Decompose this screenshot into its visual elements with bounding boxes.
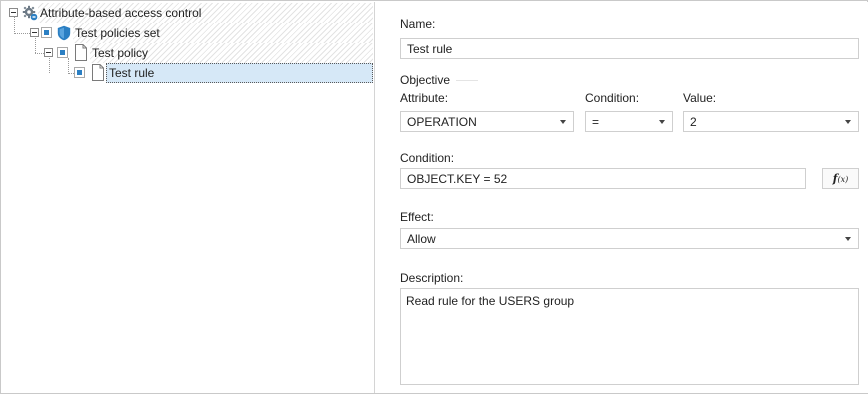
condition-operator-label: Condition: (585, 91, 640, 105)
condition-operator-value: = (592, 115, 600, 129)
gear-icon (22, 5, 38, 24)
tree-node-policy[interactable]: Test policy (2, 43, 374, 63)
chevron-down-icon[interactable] (845, 120, 851, 124)
shield-icon (56, 25, 72, 44)
policy-tree[interactable]: Attribute-based access control Test poli… (2, 2, 375, 393)
rule-properties-panel: Name: Test rule Objective Attribute: OPE… (376, 2, 868, 393)
condition-label: Condition: (400, 151, 455, 165)
node-checkbox[interactable] (74, 67, 85, 78)
collapse-toggle[interactable] (9, 8, 18, 17)
attribute-label: Attribute: (400, 91, 449, 105)
node-checkbox[interactable] (57, 47, 68, 58)
document-icon (91, 64, 105, 84)
effect-dropdown[interactable]: Allow (400, 228, 859, 249)
description-text: Read rule for the USERS group (406, 294, 575, 308)
tree-node-policies-set[interactable]: Test policies set (2, 23, 374, 43)
description-textarea[interactable]: Read rule for the USERS group (400, 288, 859, 385)
value-dropdown[interactable]: 2 (683, 111, 859, 132)
section-divider (456, 80, 478, 81)
tree-node-label[interactable]: Test rule (109, 66, 154, 80)
tree-node-rule[interactable]: Test rule (2, 63, 374, 83)
node-checkbox[interactable] (41, 27, 52, 38)
document-icon (74, 44, 88, 64)
effect-label: Effect: (400, 210, 434, 224)
tree-node-label[interactable]: Test policy (92, 46, 148, 60)
function-icon-sub: (x) (837, 175, 849, 184)
tree-node-root[interactable]: Attribute-based access control (2, 3, 374, 23)
value-label: Value: (683, 91, 717, 105)
name-label: Name: (400, 17, 436, 31)
condition-input[interactable]: OBJECT.KEY = 52 (400, 168, 806, 189)
tree-node-label[interactable]: Test policies set (75, 26, 160, 40)
collapse-toggle[interactable] (44, 48, 53, 57)
collapse-toggle[interactable] (30, 28, 39, 37)
chevron-down-icon[interactable] (560, 120, 566, 124)
attribute-dropdown[interactable]: OPERATION (400, 111, 574, 132)
objective-heading: Objective (400, 73, 451, 87)
attribute-value: OPERATION (407, 115, 477, 129)
name-input[interactable]: Test rule (400, 38, 859, 59)
effect-value: Allow (407, 232, 436, 246)
tree-node-label[interactable]: Attribute-based access control (40, 6, 201, 20)
value-value: 2 (690, 115, 697, 129)
formula-button[interactable]: f(x) (822, 168, 859, 189)
chevron-down-icon[interactable] (845, 237, 851, 241)
condition-operator-dropdown[interactable]: = (585, 111, 673, 132)
chevron-down-icon[interactable] (659, 120, 665, 124)
window-frame: Attribute-based access control Test poli… (0, 0, 868, 394)
description-label: Description: (400, 271, 464, 285)
